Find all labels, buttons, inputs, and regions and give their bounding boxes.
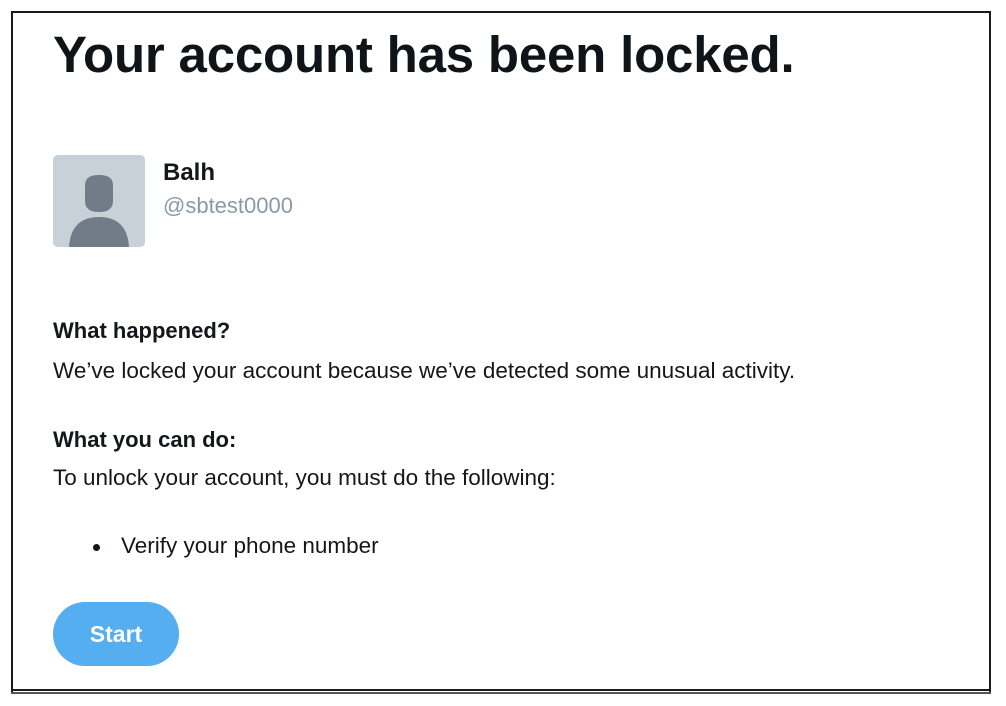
what-you-can-do-heading: What you can do: [53,427,237,452]
what-happened-text: We’ve locked your account because we’ve … [53,358,796,383]
step-verify-phone: Verify your phone number [121,533,379,558]
avatar [53,155,145,247]
bottom-divider [11,689,991,691]
what-you-can-do-text: To unlock your account, you must do the … [53,465,556,490]
display-name: Balh [163,159,216,186]
bullet-icon [93,544,100,551]
what-happened-heading: What happened? [53,318,231,343]
locked-account-panel: Your account has been locked. Balh @sbte… [11,11,991,692]
default-profile-avatar-icon [53,155,145,247]
page-title: Your account has been locked. [53,26,795,83]
start-button[interactable]: Start [53,602,179,666]
list-item: Verify your phone number [53,533,379,559]
user-handle: @sbtest0000 [163,193,293,218]
bottom-divider-shadow [11,692,991,694]
unlock-steps-list: Verify your phone number [53,533,379,559]
